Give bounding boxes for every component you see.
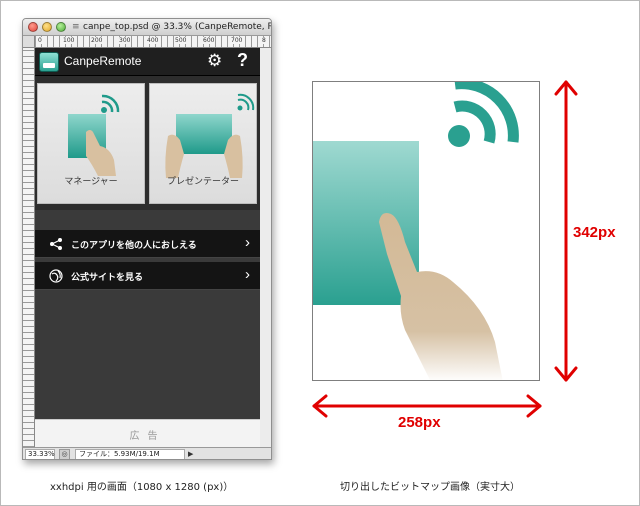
left-caption: xxhdpi 用の画面（1080 x 1280 (px)） [50, 482, 234, 493]
right-caption: 切り出したビットマップ画像（実寸大） [340, 482, 520, 493]
width-dimension-label: 258px [398, 414, 441, 431]
height-dimension-label: 342px [573, 224, 616, 241]
dimension-arrows [312, 80, 578, 418]
